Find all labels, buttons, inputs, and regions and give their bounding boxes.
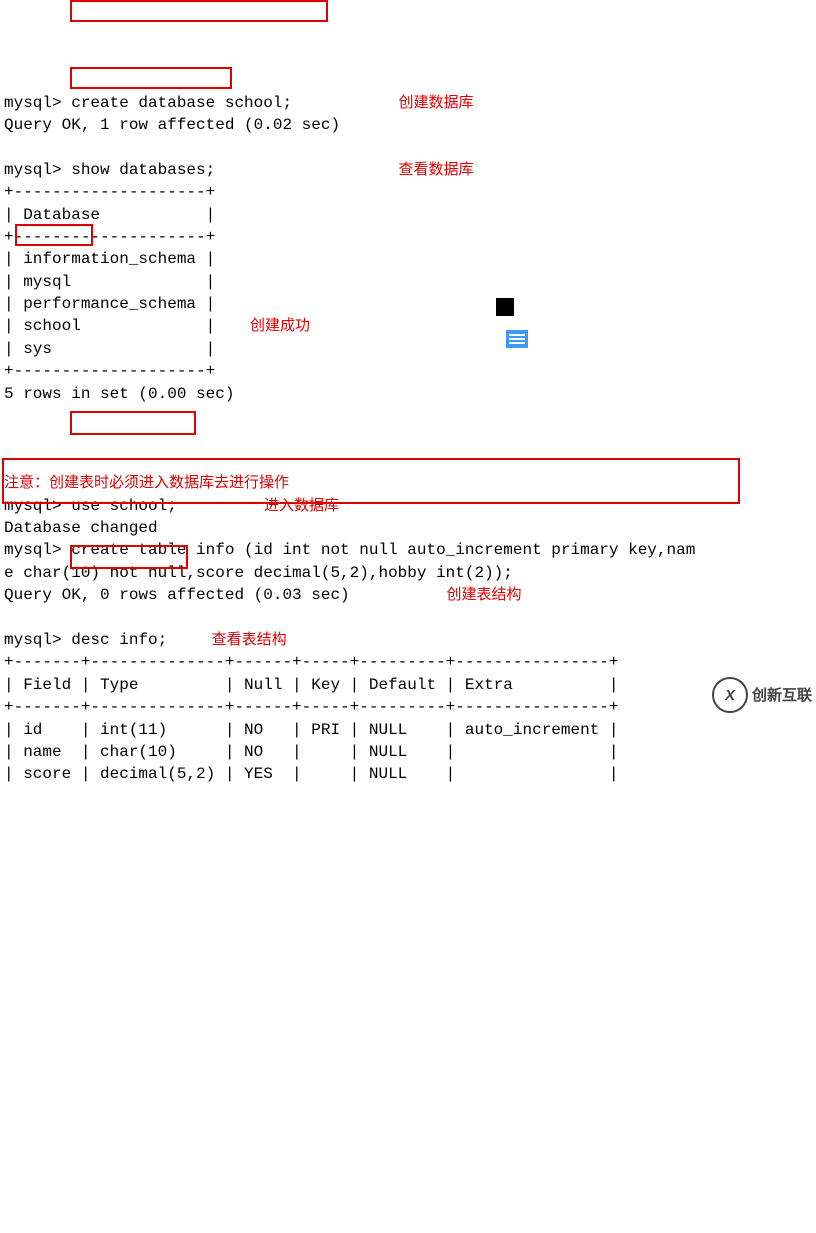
anno-desc: 查看表结构 <box>212 631 287 648</box>
menu-icon[interactable] <box>506 330 528 348</box>
line-create-db: mysql> create database school; 创建数据库 <box>4 92 812 114</box>
watermark: X 创新互联 <box>712 677 812 713</box>
box-create-db <box>70 0 328 22</box>
tbl-row: | information_schema | <box>4 248 812 270</box>
line-query-ok1: Query OK, 1 row affected (0.02 sec) <box>4 114 812 136</box>
tbl2-header: | Field | Type | Null | Key | Default | … <box>4 674 812 696</box>
watermark-logo-icon: X <box>712 677 748 713</box>
line-query-ok2: Query OK, 0 rows affected (0.03 sec) 创建表… <box>4 584 812 606</box>
cmd-desc-info: desc info; <box>62 631 168 649</box>
cell-school: school <box>23 317 81 335</box>
cmd-use-school: use school; <box>62 497 177 515</box>
prompt: mysql> <box>4 541 62 559</box>
tbl-border: +--------------------+ <box>4 226 812 248</box>
note-line: 注意：创建表时必须进入数据库去进行操作 <box>4 472 812 494</box>
tbl2-row: | name | char(10) | NO | | NULL | | <box>4 741 812 763</box>
anno-show-db: 查看数据库 <box>398 161 473 178</box>
tbl2-border: +-------+--------------+------+-----+---… <box>4 696 812 718</box>
line-create-table2: e char(10) not null,score decimal(5,2),h… <box>4 562 812 584</box>
tbl2-row: | id | int(11) | NO | PRI | NULL | auto_… <box>4 719 812 741</box>
anno-created-ok: 创建成功 <box>250 317 310 334</box>
tbl-row-school: | school | 创建成功 <box>4 315 812 337</box>
note-text: 注意：创建表时必须进入数据库去进行操作 <box>4 474 289 491</box>
rows-count: 5 rows in set (0.00 sec) <box>4 383 812 405</box>
line-show-db: mysql> show databases; 查看数据库 <box>4 159 812 181</box>
tbl-row: | mysql | <box>4 271 812 293</box>
blank <box>4 450 812 472</box>
line-use-school: mysql> use school; 进入数据库 <box>4 495 812 517</box>
line-desc-info: mysql> desc info; 查看表结构 <box>4 629 812 651</box>
black-square-icon <box>496 298 514 316</box>
prompt: mysql> <box>4 94 62 112</box>
tbl2-border: +-------+--------------+------+-----+---… <box>4 651 812 673</box>
prompt: mysql> <box>4 161 62 179</box>
tbl-row: | sys | <box>4 338 812 360</box>
tbl2-row: | score | decimal(5,2) | YES | | NULL | … <box>4 763 812 785</box>
watermark-text: 创新互联 <box>752 685 812 706</box>
prompt: mysql> <box>4 497 62 515</box>
cmd-create-db: create database school; <box>62 94 292 112</box>
blank <box>4 405 812 427</box>
prompt: mysql> <box>4 631 62 649</box>
tbl-border: +--------------------+ <box>4 360 812 382</box>
tbl-row: | performance_schema | <box>4 293 812 315</box>
blank <box>4 607 812 629</box>
box-show-db <box>70 67 232 89</box>
blank <box>4 136 812 158</box>
db-changed: Database changed <box>4 517 812 539</box>
tbl-border: +--------------------+ <box>4 181 812 203</box>
cmd-show-db: show databases; <box>62 161 216 179</box>
line-create-table1: mysql> create table info (id int not nul… <box>4 539 812 561</box>
anno-create-table: 创建表结构 <box>446 586 521 603</box>
tbl-header: | Database | <box>4 204 812 226</box>
anno-use-db: 进入数据库 <box>264 497 339 514</box>
blank <box>4 427 812 449</box>
cmd-create-table1: create table info (id int not null auto_… <box>62 541 696 559</box>
anno-create-db: 创建数据库 <box>398 94 473 111</box>
